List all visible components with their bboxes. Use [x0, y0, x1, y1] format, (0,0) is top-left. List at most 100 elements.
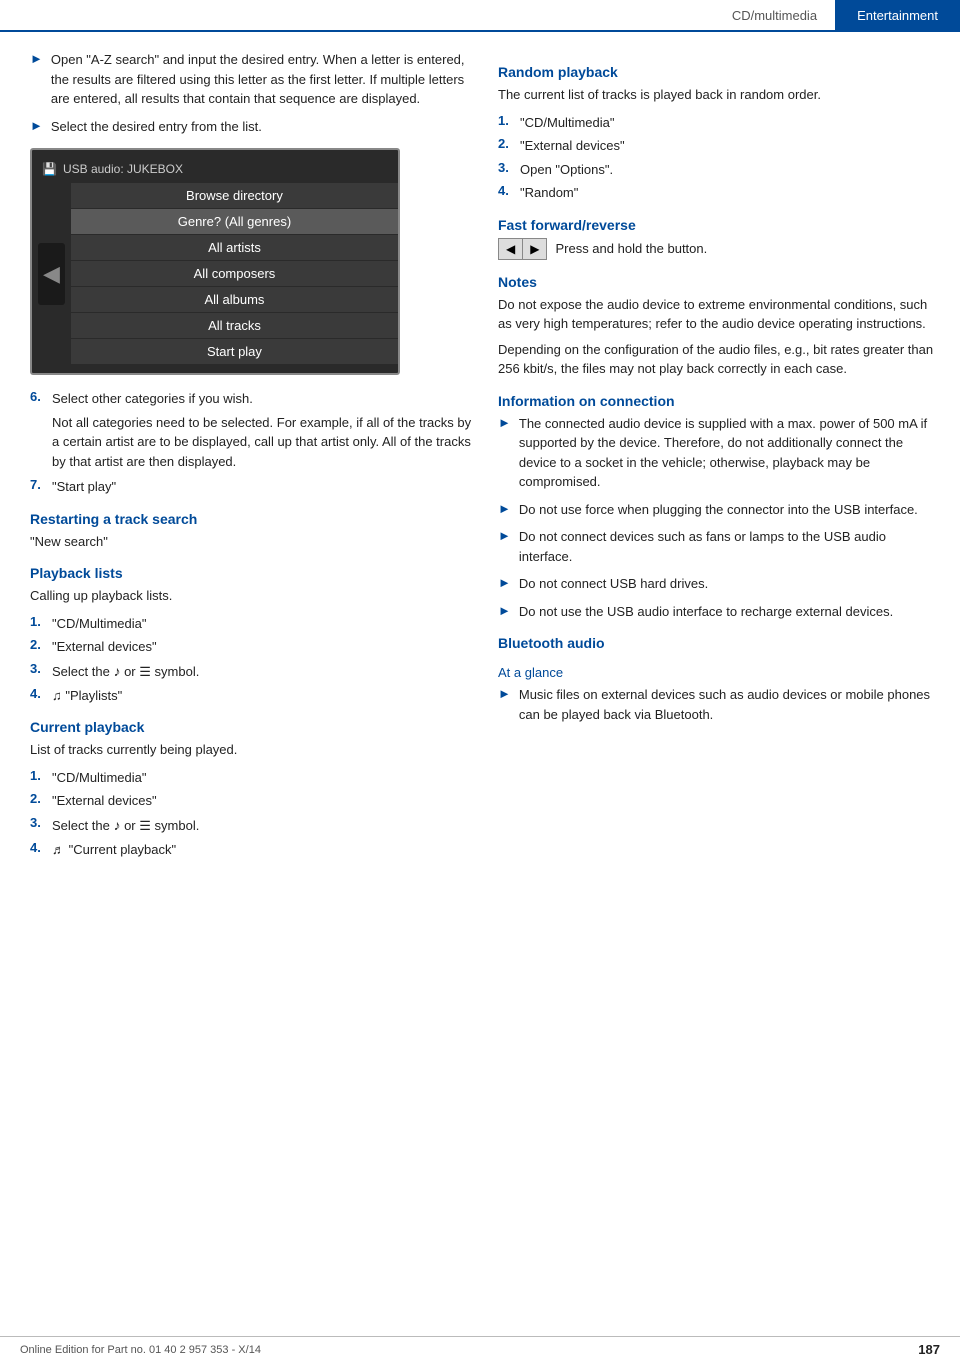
info-bullet-arrow-4: ►	[498, 575, 511, 590]
step-7: 7. "Start play"	[30, 477, 472, 497]
cp-step-3: 3. Select the ♪ or ☰ symbol.	[30, 815, 472, 836]
info-bullet-arrow-2: ►	[498, 501, 511, 516]
step-6: 6. Select other categories if you wish.	[30, 389, 472, 409]
left-column: ► Open "A-Z search" and input the desire…	[0, 50, 490, 867]
cp-step-1-num: 1.	[30, 768, 52, 783]
ff-section: ◀ ▶ Press and hold the button.	[498, 238, 938, 260]
left-nav-arrow[interactable]: ◀	[38, 243, 65, 305]
rp-step-2-text: "External devices"	[520, 136, 625, 156]
restarting-text: "New search"	[30, 532, 472, 552]
rp-step-3: 3. Open "Options".	[498, 160, 938, 180]
info-bullet-arrow-3: ►	[498, 528, 511, 543]
screen-menu-item-4[interactable]: All albums	[71, 287, 398, 312]
main-content: ► Open "A-Z search" and input the desire…	[0, 32, 960, 867]
screen-wrapper: ◀ Browse directoryGenre? (All genres)All…	[32, 182, 398, 365]
notes-text-2: Depending on the configuration of the au…	[498, 340, 938, 379]
random-playback-heading: Random playback	[498, 64, 938, 80]
cp-step-2: 2. "External devices"	[30, 791, 472, 811]
pl-step-1: 1. "CD/Multimedia"	[30, 614, 472, 634]
screen-menu-item-2[interactable]: All artists	[71, 235, 398, 260]
screen-menu-item-0[interactable]: Browse directory	[71, 183, 398, 208]
pl-step-3-num: 3.	[30, 661, 52, 676]
rp-step-4: 4. "Random"	[498, 183, 938, 203]
screen-menu-item-3[interactable]: All composers	[71, 261, 398, 286]
screen-title-bar: 💾 USB audio: JUKEBOX	[32, 158, 398, 182]
cp-step-4-text: ♬ "Current playback"	[52, 840, 176, 860]
ff-text: Press and hold the button.	[555, 241, 707, 256]
screen-title-text: USB audio: JUKEBOX	[63, 162, 183, 176]
cp-step-3-num: 3.	[30, 815, 52, 830]
bullet-text-1: Open "A-Z search" and input the desired …	[51, 50, 472, 109]
cp-step-4: 4. ♬ "Current playback"	[30, 840, 472, 860]
fast-forward-button[interactable]: ▶	[522, 239, 546, 259]
ff-heading: Fast forward/reverse	[498, 217, 938, 233]
info-bullet-4: ► Do not connect USB hard drives.	[498, 574, 938, 594]
step-6-text: Select other categories if you wish.	[52, 389, 253, 409]
usb-icon: 💾	[42, 162, 57, 176]
screen-mockup: 💾 USB audio: JUKEBOX ◀ Browse directoryG…	[30, 148, 400, 375]
bluetooth-text: Music files on external devices such as …	[519, 685, 938, 724]
pl-step-2: 2. "External devices"	[30, 637, 472, 657]
header-cd-label: CD/multimedia	[714, 8, 835, 23]
rp-step-1: 1. "CD/Multimedia"	[498, 113, 938, 133]
rp-step-1-num: 1.	[498, 113, 520, 128]
pl-step-1-num: 1.	[30, 614, 52, 629]
playback-lists-sub: Calling up playback lists.	[30, 586, 472, 606]
screen-menu-item-6[interactable]: Start play	[71, 339, 398, 364]
info-bullet-text-4: Do not connect USB hard drives.	[519, 574, 708, 594]
step-6-para: Not all categories need to be selected. …	[52, 413, 472, 472]
rp-step-2: 2. "External devices"	[498, 136, 938, 156]
pl-step-4: 4. ♫ "Playlists"	[30, 686, 472, 706]
screen-menu: Browse directoryGenre? (All genres)All a…	[71, 182, 398, 365]
pl-step-1-text: "CD/Multimedia"	[52, 614, 146, 634]
rp-step-3-num: 3.	[498, 160, 520, 175]
playlist-icon-2: ☰	[139, 818, 151, 833]
at-glance-heading: At a glance	[498, 665, 938, 680]
playlist-step4-icon: ♫	[52, 688, 62, 703]
info-bullet-text-5: Do not use the USB audio interface to re…	[519, 602, 893, 622]
info-bullet-5: ► Do not use the USB audio interface to …	[498, 602, 938, 622]
cp-step-2-num: 2.	[30, 791, 52, 806]
header-entertainment-label: Entertainment	[835, 0, 960, 30]
info-bullet-3: ► Do not connect devices such as fans or…	[498, 527, 938, 566]
pl-step-4-num: 4.	[30, 686, 52, 701]
bullet-item-1: ► Open "A-Z search" and input the desire…	[30, 50, 472, 109]
info-bullet-2: ► Do not use force when plugging the con…	[498, 500, 938, 520]
screen-menu-item-5[interactable]: All tracks	[71, 313, 398, 338]
cp-step-4-num: 4.	[30, 840, 52, 855]
info-bullet-text-1: The connected audio device is supplied w…	[519, 414, 938, 492]
playlist-icon: ☰	[139, 664, 151, 679]
current-playback-sub: List of tracks currently being played.	[30, 740, 472, 760]
rewind-button[interactable]: ◀	[499, 239, 522, 259]
music-note-icon-2: ♪	[113, 817, 120, 833]
ff-buttons[interactable]: ◀ ▶	[498, 238, 547, 260]
step-7-num: 7.	[30, 477, 52, 492]
current-playback-icon: ♬	[52, 842, 65, 857]
rp-step-2-num: 2.	[498, 136, 520, 151]
music-note-icon: ♪	[113, 663, 120, 679]
bullet-arrow-1: ►	[30, 51, 43, 66]
bullet-arrow-2: ►	[30, 118, 43, 133]
info-bullet-arrow-1: ►	[498, 415, 511, 430]
bluetooth-heading: Bluetooth audio	[498, 635, 938, 651]
rp-step-1-text: "CD/Multimedia"	[520, 113, 614, 133]
pl-step-3-text: Select the ♪ or ☰ symbol.	[52, 661, 199, 682]
step-6-num: 6.	[30, 389, 52, 404]
page-header: CD/multimedia Entertainment	[0, 0, 960, 32]
rp-step-4-num: 4.	[498, 183, 520, 198]
rp-step-3-text: Open "Options".	[520, 160, 613, 180]
pl-step-2-num: 2.	[30, 637, 52, 652]
screen-menu-item-1[interactable]: Genre? (All genres)	[71, 209, 398, 234]
playback-lists-heading: Playback lists	[30, 565, 472, 581]
cp-step-2-text: "External devices"	[52, 791, 157, 811]
pl-step-3: 3. Select the ♪ or ☰ symbol.	[30, 661, 472, 682]
right-column: Random playback The current list of trac…	[490, 50, 960, 867]
info-connection-heading: Information on connection	[498, 393, 938, 409]
info-bullet-text-2: Do not use force when plugging the conne…	[519, 500, 918, 520]
cp-step-1: 1. "CD/Multimedia"	[30, 768, 472, 788]
info-bullet-arrow-5: ►	[498, 603, 511, 618]
restarting-heading: Restarting a track search	[30, 511, 472, 527]
notes-text-1: Do not expose the audio device to extrem…	[498, 295, 938, 334]
random-playback-steps: 1. "CD/Multimedia" 2. "External devices"…	[498, 113, 938, 203]
pl-step-2-text: "External devices"	[52, 637, 157, 657]
